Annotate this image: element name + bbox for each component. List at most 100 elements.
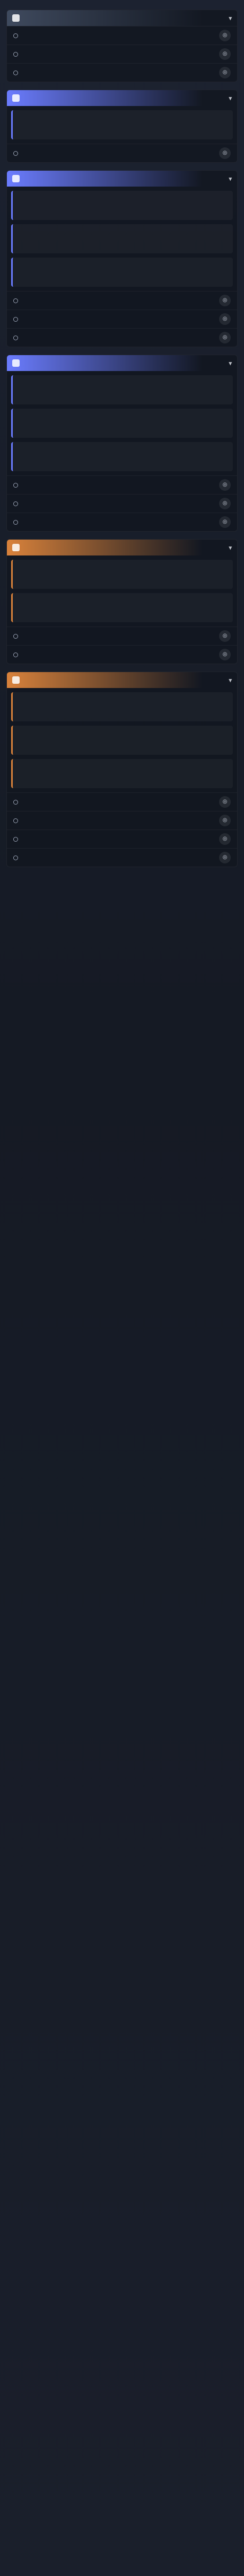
objective-label: [22, 69, 211, 76]
section-header[interactable]: ▾: [7, 10, 237, 26]
objective-bullet-icon: [13, 151, 18, 156]
task-subtitle: [19, 127, 226, 134]
task-card[interactable]: [11, 258, 233, 287]
objective-bullet-icon: [13, 633, 18, 639]
task-card[interactable]: [11, 110, 233, 139]
objective-label: [22, 500, 211, 507]
track-target-icon[interactable]: ◎: [219, 295, 231, 306]
task-title: [19, 381, 226, 390]
task-subtitle: [19, 577, 226, 584]
chevron-down-icon[interactable]: ▾: [229, 95, 232, 102]
objective-row[interactable]: ◎: [7, 328, 237, 347]
task-card[interactable]: [11, 726, 233, 755]
objective-bullet-icon: [13, 855, 18, 860]
task-section: ▾ ◎ ◎ ◎: [6, 10, 238, 82]
objective-row[interactable]: ◎: [7, 830, 237, 848]
track-target-icon[interactable]: ◎: [219, 147, 231, 159]
objective-bullet-icon: [13, 482, 18, 488]
task-section: ▾ ◎ ◎ ◎: [6, 355, 238, 532]
track-target-icon[interactable]: ◎: [219, 815, 231, 826]
objective-row[interactable]: ◎: [7, 494, 237, 513]
chevron-down-icon[interactable]: ▾: [229, 544, 232, 551]
task-card[interactable]: [11, 409, 233, 438]
task-subtitle: [19, 275, 226, 281]
track-target-icon[interactable]: ◎: [219, 67, 231, 78]
objective-row[interactable]: ◎: [7, 45, 237, 63]
objective-row[interactable]: ◎: [7, 475, 237, 494]
objective-bullet-icon: [13, 33, 18, 38]
task-list-panel: ▾ ◎ ◎ ◎ ▾ ◎ ▾ ◎ ◎ ◎ ▾ ◎ ◎ ◎ ▾ ◎ ◎ ▾ ◎ ◎ ◎ ◎: [0, 0, 244, 879]
objective-row[interactable]: ◎: [7, 645, 237, 664]
objective-label: [22, 835, 211, 843]
objective-row[interactable]: ◎: [7, 627, 237, 645]
task-title: [19, 447, 226, 457]
task-card[interactable]: [11, 692, 233, 721]
objective-row[interactable]: ◎: [7, 811, 237, 830]
task-card[interactable]: [11, 593, 233, 622]
track-target-icon[interactable]: ◎: [219, 796, 231, 808]
objective-label: [22, 149, 211, 157]
task-section: ▾ ◎: [6, 90, 238, 163]
task-title: [19, 565, 226, 575]
section-header[interactable]: ▾: [7, 540, 237, 555]
track-target-icon[interactable]: ◎: [219, 313, 231, 325]
objective-row[interactable]: ◎: [7, 310, 237, 328]
track-target-icon[interactable]: ◎: [219, 30, 231, 41]
task-subtitle: [19, 459, 226, 466]
task-card[interactable]: [11, 191, 233, 220]
objective-bullet-icon: [13, 519, 18, 525]
chevron-down-icon[interactable]: ▾: [229, 15, 232, 22]
track-target-icon[interactable]: ◎: [219, 479, 231, 491]
objective-bullet-icon: [13, 799, 18, 805]
section-header[interactable]: ▾: [7, 355, 237, 371]
objective-bullet-icon: [13, 51, 18, 57]
task-card[interactable]: [11, 560, 233, 589]
objective-row[interactable]: ◎: [7, 144, 237, 162]
objective-row[interactable]: ◎: [7, 513, 237, 531]
task-subtitle: [19, 392, 226, 399]
objective-row[interactable]: ◎: [7, 792, 237, 811]
track-target-icon[interactable]: ◎: [219, 516, 231, 528]
task-subtitle: [19, 776, 226, 783]
track-target-icon[interactable]: ◎: [219, 630, 231, 642]
task-section: ▾ ◎ ◎ ◎: [6, 170, 238, 347]
objective-label: [22, 334, 211, 341]
objective-row[interactable]: ◎: [7, 63, 237, 82]
task-subtitle: [19, 426, 226, 433]
task-card[interactable]: [11, 759, 233, 788]
task-title: [19, 698, 226, 707]
task-title: [19, 230, 226, 239]
track-target-icon[interactable]: ◎: [219, 833, 231, 845]
task-section: ▾ ◎ ◎: [6, 539, 238, 664]
task-subtitle: [19, 241, 226, 248]
task-title: [19, 598, 226, 608]
chevron-down-icon[interactable]: ▾: [229, 175, 232, 182]
track-target-icon[interactable]: ◎: [219, 332, 231, 343]
task-card[interactable]: [11, 442, 233, 471]
objective-bullet-icon: [13, 298, 18, 303]
objective-label: [22, 481, 211, 489]
section-header[interactable]: ▾: [7, 171, 237, 187]
objective-row[interactable]: ◎: [7, 848, 237, 867]
objective-label: [22, 32, 211, 39]
track-target-icon[interactable]: ◎: [219, 48, 231, 60]
task-subtitle: [19, 610, 226, 617]
objective-row[interactable]: ◎: [7, 291, 237, 310]
objective-bullet-icon: [13, 836, 18, 842]
section-header[interactable]: ▾: [7, 90, 237, 106]
objective-bullet-icon: [13, 70, 18, 75]
track-target-icon[interactable]: ◎: [219, 852, 231, 863]
track-target-icon[interactable]: ◎: [219, 649, 231, 660]
objective-row[interactable]: ◎: [7, 26, 237, 45]
objective-label: [22, 632, 211, 640]
objective-bullet-icon: [13, 818, 18, 823]
task-card[interactable]: [11, 375, 233, 404]
task-title: [19, 263, 226, 272]
objective-bullet-icon: [13, 501, 18, 506]
chevron-down-icon[interactable]: ▾: [229, 360, 232, 367]
task-card[interactable]: [11, 224, 233, 253]
section-header[interactable]: ▾: [7, 672, 237, 688]
track-target-icon[interactable]: ◎: [219, 498, 231, 509]
chevron-down-icon[interactable]: ▾: [229, 677, 232, 684]
objective-bullet-icon: [13, 652, 18, 657]
